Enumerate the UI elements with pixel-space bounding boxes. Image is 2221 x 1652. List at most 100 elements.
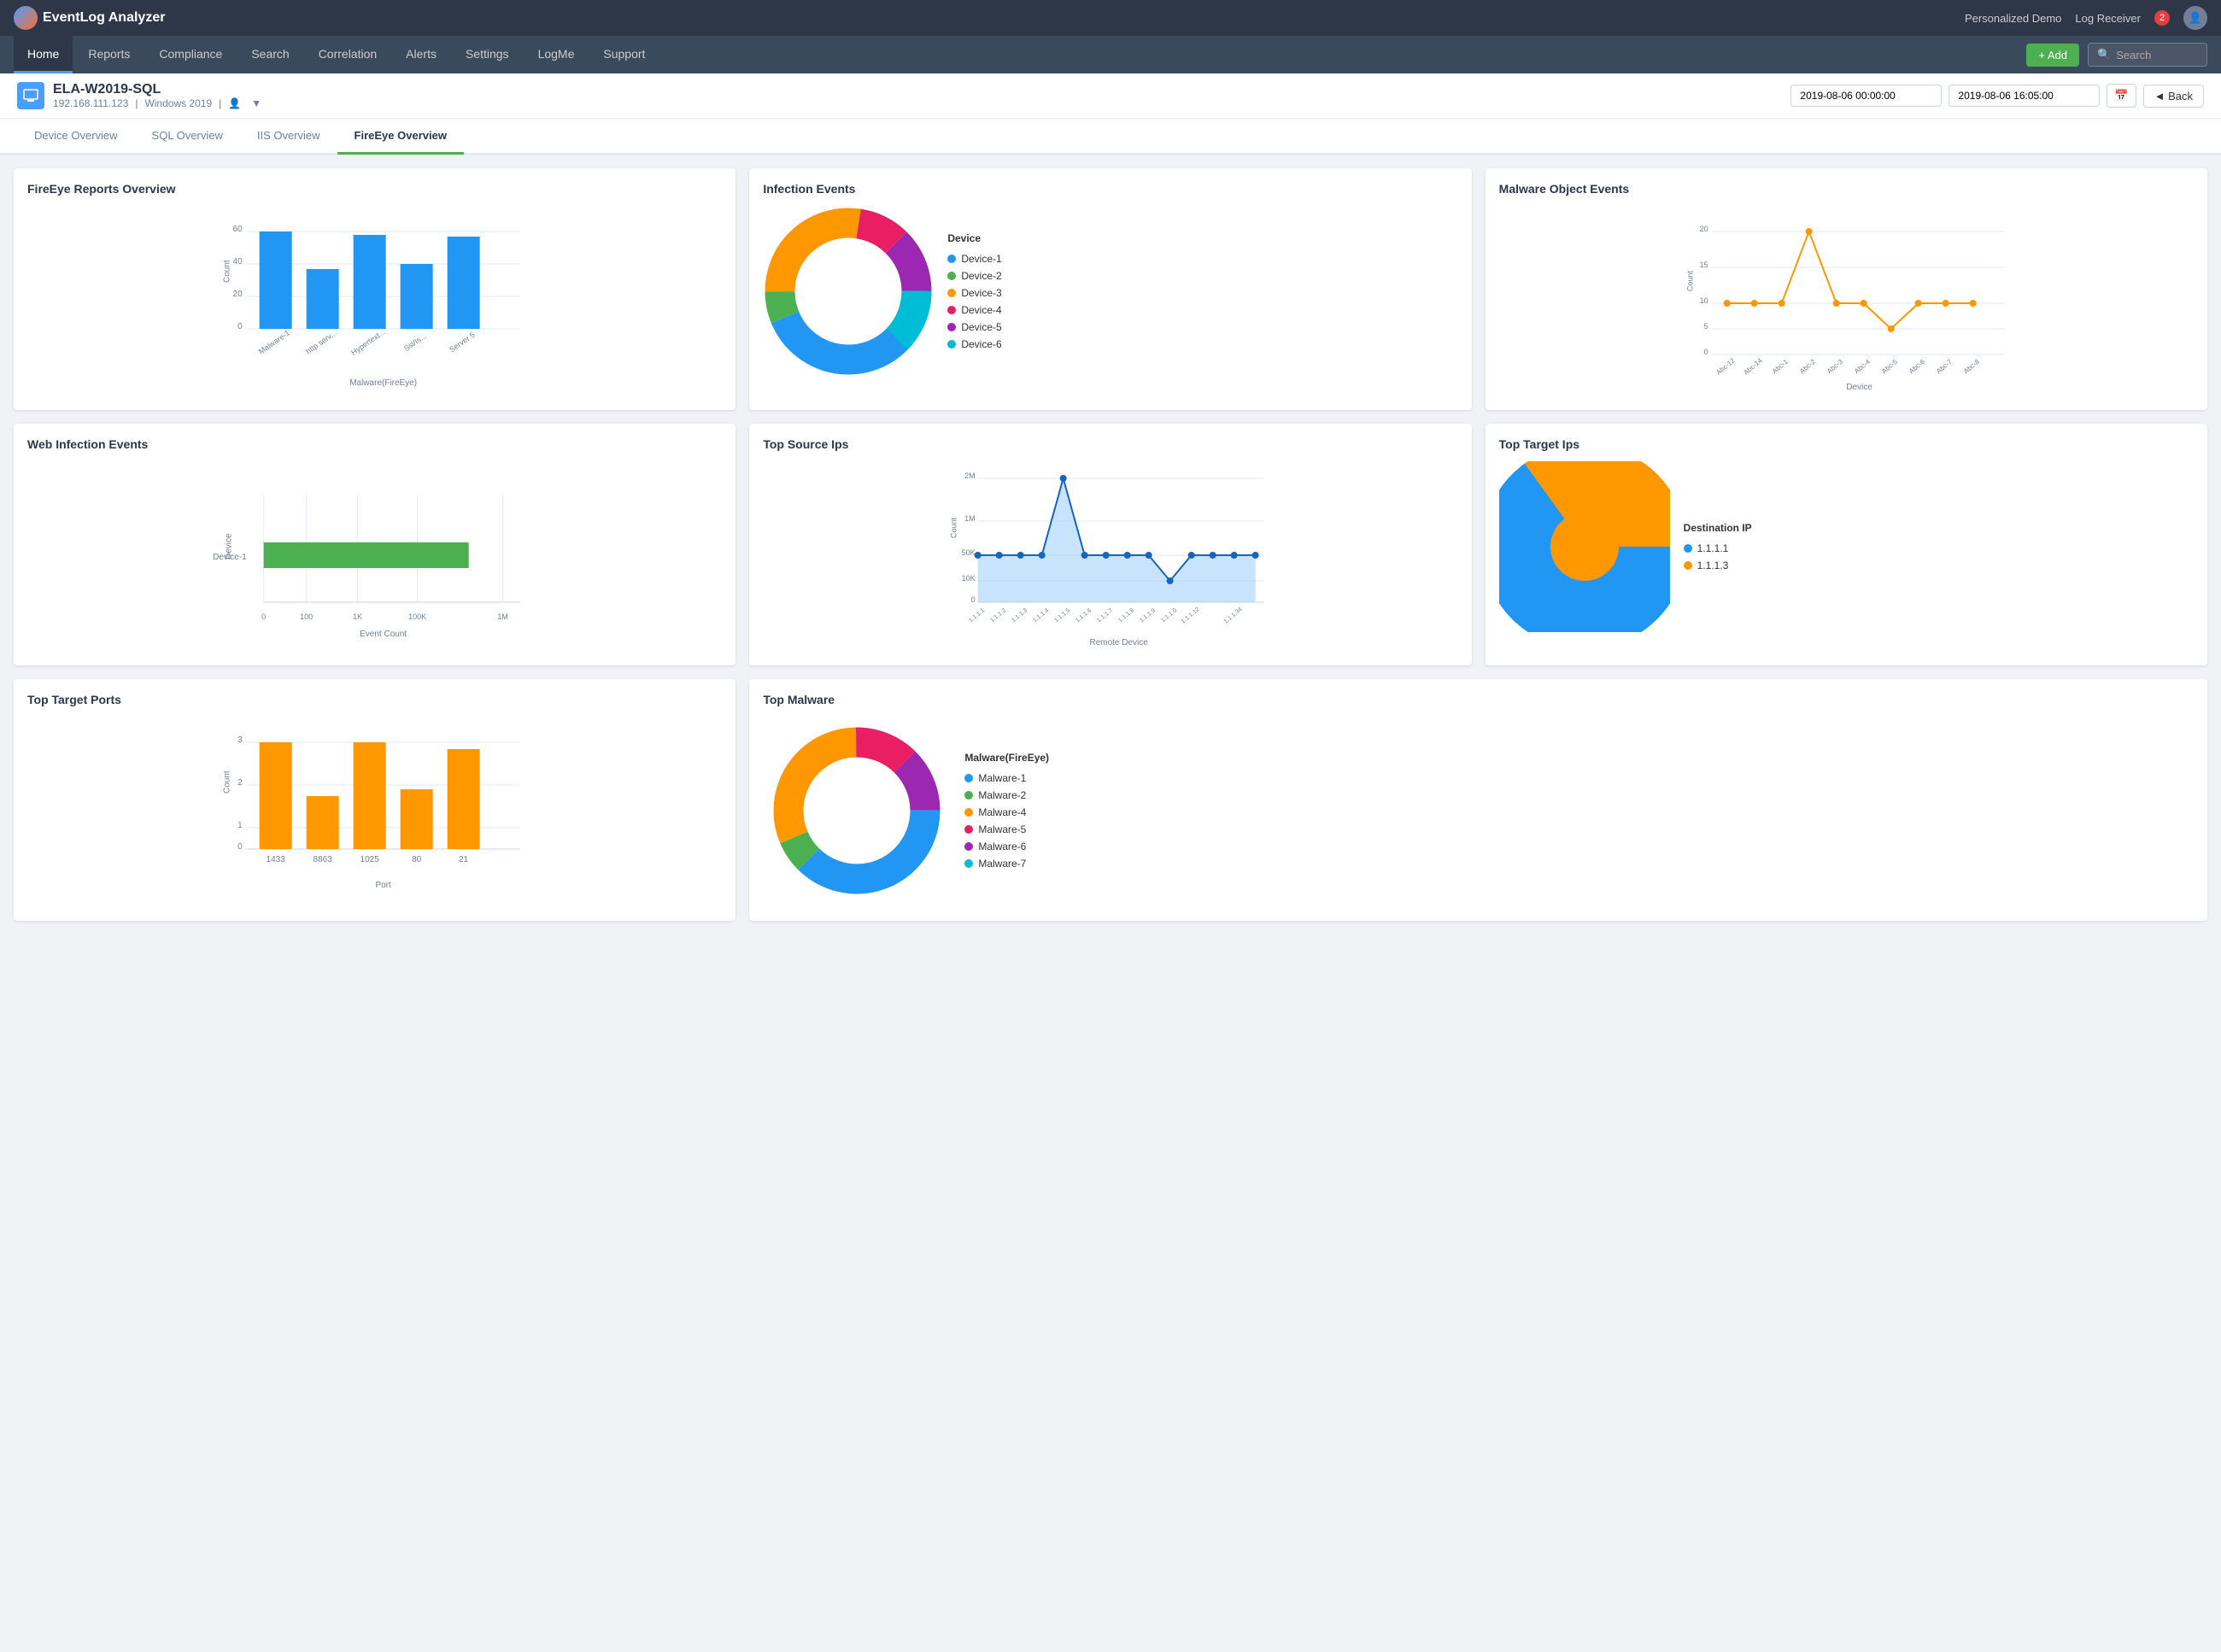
back-button[interactable]: ◄ Back	[2143, 85, 2204, 108]
legend-device2: Device-2	[947, 270, 1001, 282]
svg-text:Abc-7: Abc-7	[1935, 358, 1954, 376]
svg-text:Count: Count	[950, 517, 958, 538]
top-malware-content: Malware(FireEye) Malware-1 Malware-2 Mal…	[763, 717, 2194, 905]
svg-text:Abc-12: Abc-12	[1714, 356, 1737, 377]
device-info: ELA-W2019-SQL 192.168.111.123 | Windows …	[17, 82, 261, 109]
infection-donut	[763, 206, 934, 377]
top-bar-right: Personalized Demo Log Receiver 2 👤	[1965, 6, 2207, 30]
top-malware-title: Top Malware	[763, 693, 2194, 706]
svg-text:1.1.1.12: 1.1.1.12	[1181, 606, 1201, 625]
top-source-ips-title: Top Source Ips	[763, 437, 1457, 451]
svg-text:5: 5	[1703, 322, 1708, 331]
top-malware-card: Top Malware Malware(FireEye) Malware-1 M…	[749, 679, 2207, 921]
svg-text:40: 40	[233, 257, 243, 267]
svg-text:21: 21	[459, 855, 469, 864]
date-to[interactable]	[1949, 85, 2100, 107]
date-from[interactable]	[1790, 85, 1942, 107]
ports-bar-chart: 3 2 1 0 Count 1433 8863 1025 80 21 Port	[27, 717, 722, 905]
legend-ip2: 1.1.1.3	[1684, 559, 1752, 571]
svg-text:50K: 50K	[962, 548, 976, 557]
svg-text:1.1.1.8: 1.1.1.8	[1118, 607, 1136, 624]
svg-text:Hypertext...: Hypertext...	[349, 327, 386, 357]
svg-text:1.1.1.7: 1.1.1.7	[1097, 607, 1115, 624]
legend-malware4: Malware-4	[964, 806, 1049, 818]
nav-settings[interactable]: Settings	[452, 36, 523, 73]
nav-support[interactable]: Support	[589, 36, 659, 73]
fireeye-reports-card: FireEye Reports Overview 60 40 20 0 Coun…	[14, 168, 735, 410]
svg-text:Server 5: Server 5	[448, 331, 477, 354]
infection-legend: Device Device-1 Device-2 Device-3 Device…	[947, 232, 1001, 350]
legend-malware6: Malware-6	[964, 841, 1049, 852]
svg-text:Ssl/Is...: Ssl/Is...	[402, 331, 428, 353]
nav-correlation[interactable]: Correlation	[305, 36, 390, 73]
svg-text:100: 100	[300, 612, 313, 621]
svg-text:0: 0	[971, 595, 976, 604]
svg-text:Abc-3: Abc-3	[1825, 358, 1844, 376]
user-icon-small: |	[219, 97, 221, 109]
app-name: EventLog Analyzer	[43, 10, 165, 26]
tab-sql-overview[interactable]: SQL Overview	[135, 119, 240, 155]
top-target-ports-title: Top Target Ports	[27, 693, 722, 706]
add-button[interactable]: + Add	[2026, 44, 2079, 67]
svg-text:Event Count: Event Count	[360, 630, 407, 639]
svg-text:80: 80	[412, 855, 422, 864]
svg-text:Abc-5: Abc-5	[1880, 358, 1899, 376]
svg-text:10: 10	[1699, 296, 1708, 305]
nav-home[interactable]: Home	[14, 36, 73, 73]
malware-legend-title: Malware(FireEye)	[964, 752, 1049, 764]
malware-object-title: Malware Object Events	[1499, 182, 2194, 196]
nav-right: + Add 🔍 Search	[2026, 43, 2207, 67]
nav-search[interactable]: Search	[237, 36, 302, 73]
nav-logme[interactable]: LogMe	[524, 36, 589, 73]
user-avatar[interactable]: 👤	[2183, 6, 2207, 30]
tab-iis-overview[interactable]: IIS Overview	[240, 119, 337, 155]
svg-text:Abc-4: Abc-4	[1853, 358, 1872, 376]
infection-legend-title: Device	[947, 232, 1001, 244]
top-target-ips-title: Top Target Ips	[1499, 437, 2194, 451]
legend-ip1: 1.1.1.1	[1684, 542, 1752, 554]
target-ips-pie	[1499, 461, 1670, 632]
legend-device3: Device-3	[947, 287, 1001, 299]
svg-text:0: 0	[237, 322, 243, 331]
search-icon: 🔍	[2097, 48, 2111, 62]
svg-text:1.1.1.0: 1.1.1.0	[1161, 607, 1179, 624]
svg-text:1.1.1.1: 1.1.1.1	[969, 607, 987, 624]
svg-text:Count: Count	[223, 260, 232, 283]
nav-compliance[interactable]: Compliance	[145, 36, 236, 73]
device-meta: 192.168.111.123 | Windows 2019 | 👤 ▼	[53, 97, 261, 109]
legend-device1: Device-1	[947, 253, 1001, 265]
search-box[interactable]: 🔍 Search	[2088, 43, 2207, 67]
svg-text:Count: Count	[1685, 270, 1694, 291]
svg-text:0: 0	[261, 612, 266, 621]
svg-text:Abc-8: Abc-8	[1962, 358, 1981, 376]
log-receiver: Log Receiver	[2075, 12, 2141, 25]
device-ip: 192.168.111.123	[53, 97, 128, 109]
malware-line-chart: 20 15 10 5 0 Count Abc-1	[1499, 206, 2194, 394]
tab-fireeye-overview[interactable]: FireEye Overview	[337, 119, 464, 155]
nav-reports[interactable]: Reports	[74, 36, 144, 73]
logo-icon	[14, 6, 38, 30]
search-placeholder: Search	[2116, 49, 2151, 62]
device-name: ELA-W2019-SQL	[53, 82, 261, 97]
app-logo: EventLog Analyzer	[14, 6, 165, 30]
dropdown-icon[interactable]: ▼	[251, 97, 261, 109]
infection-events-title: Infection Events	[763, 182, 1457, 196]
svg-text:1025: 1025	[360, 855, 380, 864]
notification-badge[interactable]: 2	[2154, 10, 2170, 26]
svg-text:Port: Port	[375, 881, 391, 890]
nav-alerts[interactable]: Alerts	[392, 36, 450, 73]
target-ips-legend: Destination IP 1.1.1.1 1.1.1.3	[1684, 522, 1752, 571]
tab-device-overview[interactable]: Device Overview	[17, 119, 135, 155]
legend-malware5: Malware-5	[964, 823, 1049, 835]
svg-text:8863: 8863	[314, 855, 333, 864]
svg-text:100K: 100K	[408, 612, 426, 621]
svg-text:2: 2	[237, 778, 243, 788]
infection-events-card: Infection Events Device Device-1 Device-…	[749, 168, 1471, 410]
main-nav: Home Reports Compliance Search Correlati…	[0, 36, 2221, 73]
fireeye-bar-chart: 60 40 20 0 Count Malware-1 http serv... …	[27, 206, 722, 394]
calendar-button[interactable]: 📅	[2107, 84, 2136, 108]
svg-text:0: 0	[237, 842, 243, 852]
nav-items: Home Reports Compliance Search Correlati…	[14, 36, 659, 73]
svg-text:1.1.1.9: 1.1.1.9	[1140, 607, 1157, 624]
svg-text:1.1.1.4: 1.1.1.4	[1033, 607, 1051, 624]
